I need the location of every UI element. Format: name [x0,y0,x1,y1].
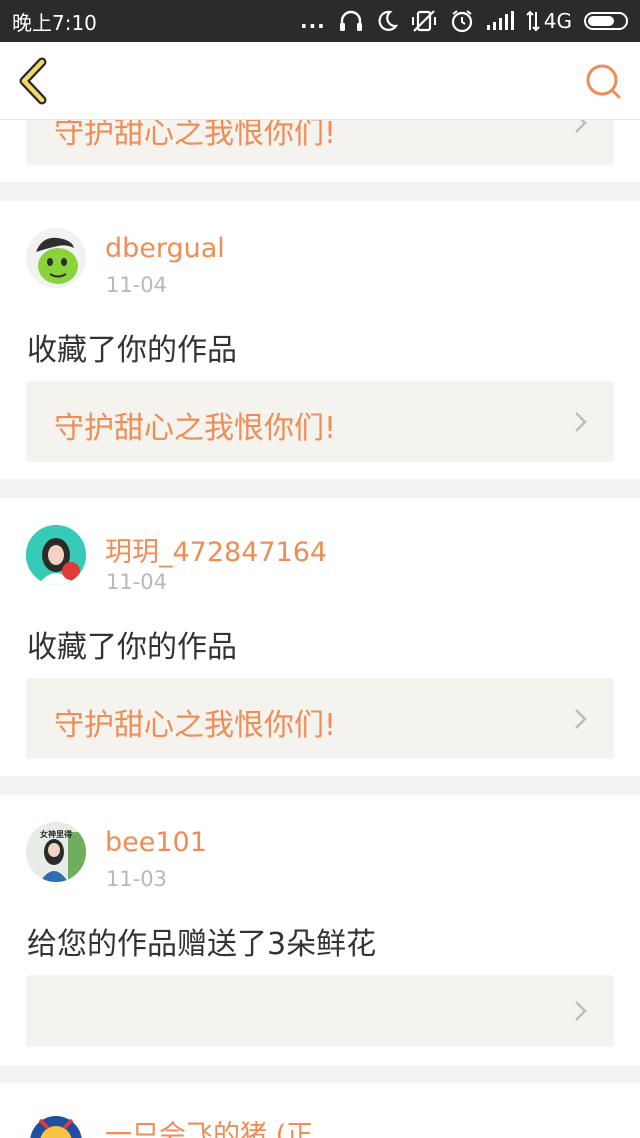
work-link[interactable] [26,975,614,1047]
status-left: 晚上7:10 [12,7,97,36]
network-type: 4G [543,9,572,33]
feed-card-partial-top: 守护甜心之我恨你们! [0,120,640,182]
avatar[interactable] [26,1110,86,1138]
alarm-icon [450,9,474,33]
work-title: 守护甜心之我恨你们! [54,411,337,446]
chevron-right-icon [575,412,587,432]
feed-card: 女神里得 bee101 11-03 给您的作品赠送了3朵鲜花 [0,795,640,1065]
headphones-icon [338,9,364,33]
work-link[interactable]: 守护甜心之我恨你们! [26,381,614,462]
activity-text: 给您的作品赠送了3朵鲜花 [27,927,377,962]
nav-bar [0,42,640,120]
back-button[interactable] [14,56,54,106]
battery-icon [584,12,628,30]
activity-text: 收藏了你的作品 [27,630,237,665]
work-link[interactable]: 守护甜心之我恨你们! [26,120,614,165]
moon-icon [376,10,398,32]
timestamp: 11-03 [106,867,168,891]
avatar[interactable] [26,228,86,288]
search-button[interactable] [584,62,624,102]
chevron-left-icon [19,57,47,105]
activity-feed[interactable]: 守护甜心之我恨你们! dbergual 11-04 收藏了你的作品 守护甜心之我… [0,120,640,1138]
signal-icon [486,11,514,31]
username[interactable]: 玥玥_472847164 [105,530,327,569]
chevron-right-icon [575,709,587,729]
avatar-badge: 女神里得 [40,830,72,839]
feed-card-partial-bottom: 一只会飞的猪 (正 [0,1083,640,1138]
feed-card: 玥玥_472847164 11-04 收藏了你的作品 守护甜心之我恨你们! [0,498,640,776]
username[interactable]: 一只会飞的猪 (正 [105,1113,313,1138]
feed-card: dbergual 11-04 收藏了你的作品 守护甜心之我恨你们! [0,201,640,479]
vibrate-off-icon [410,9,438,33]
timestamp: 11-04 [106,570,168,594]
status-time: 晚上7:10 [12,10,97,35]
search-icon [586,64,621,99]
timestamp: 11-04 [106,273,168,297]
activity-text: 收藏了你的作品 [27,333,237,368]
more-dots-icon: ... [299,9,326,33]
chevron-right-icon [575,1001,587,1021]
work-title: 守护甜心之我恨你们! [54,120,337,151]
avatar[interactable]: 女神里得 [26,822,86,882]
status-bar: 晚上7:10 ... 4G [0,0,640,42]
status-right: ... 4G [300,9,628,33]
data-arrows-icon [526,10,540,32]
work-title: 守护甜心之我恨你们! [54,708,337,743]
chevron-right-icon [575,120,587,133]
username[interactable]: dbergual [105,233,225,264]
username[interactable]: bee101 [105,827,207,858]
avatar[interactable] [26,525,86,585]
work-link[interactable]: 守护甜心之我恨你们! [26,678,614,759]
